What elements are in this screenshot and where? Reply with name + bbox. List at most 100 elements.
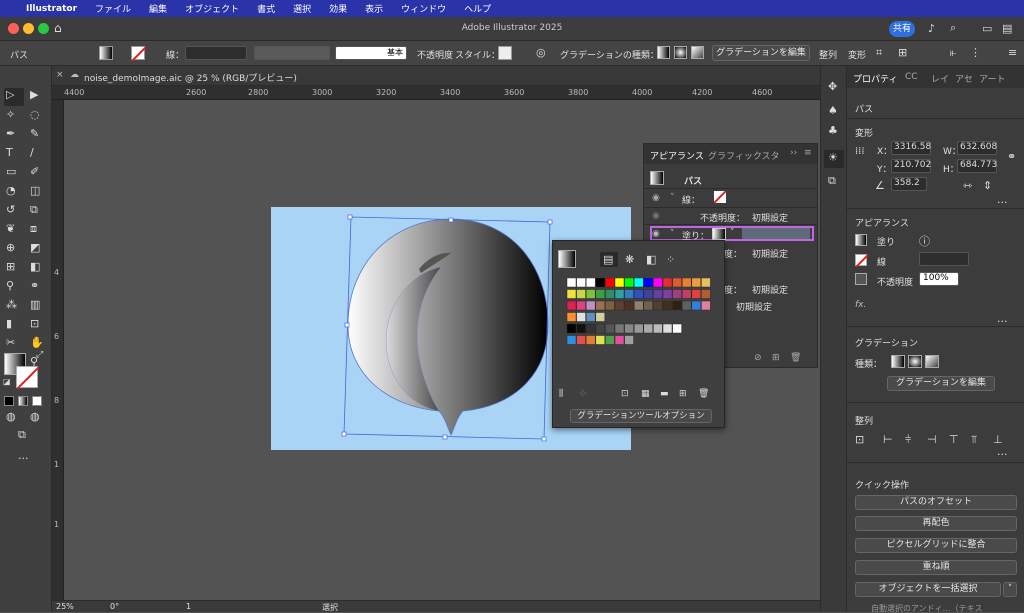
color-swatch[interactable] (576, 278, 586, 288)
stroke-weight-input[interactable] (185, 46, 247, 60)
color-swatch[interactable] (643, 278, 654, 288)
color-swatch[interactable] (576, 300, 586, 311)
magic-wand-icon[interactable]: ✧ (6, 108, 15, 121)
color-swatch[interactable] (566, 289, 577, 299)
pixel-grid-button[interactable]: ピクセルグリッドに整合 (855, 538, 1017, 553)
color-swatch[interactable] (681, 300, 692, 311)
zoom-level[interactable]: 25% (56, 602, 74, 611)
selection-tool-icon[interactable]: ▷ (6, 88, 14, 101)
color-swatch[interactable] (605, 335, 615, 345)
radial-gradient-icon[interactable] (674, 46, 687, 59)
blend-icon[interactable]: ⚭ (30, 279, 39, 292)
constrain-proportions-icon[interactable]: ⚭ (1007, 150, 1016, 163)
rotate-input[interactable]: 358.2 (891, 177, 927, 191)
workspace-icon[interactable]: ▭ (982, 22, 992, 35)
color-swatch[interactable] (605, 323, 615, 334)
recolor-icon[interactable]: ◎ (536, 46, 546, 59)
panel-menu-icon[interactable]: ≡ (804, 148, 812, 158)
align-vcenter-icon[interactable]: ⫪ (971, 433, 977, 447)
swatch-options-icon[interactable]: ⊡ (621, 389, 629, 399)
color-swatch[interactable] (701, 300, 711, 311)
new-swatch-icon[interactable]: ⊞ (679, 389, 687, 399)
artboard-number[interactable]: 1 (186, 602, 191, 611)
delete-swatch-icon[interactable]: 🗑 (698, 389, 709, 399)
color-swatch[interactable] (614, 323, 625, 334)
gradient-mode-icon[interactable] (18, 396, 28, 406)
pen-icon[interactable]: ✒ (6, 127, 15, 140)
type-icon[interactable]: T (6, 146, 13, 159)
bar-graph-icon[interactable]: ▮ (6, 317, 12, 330)
gradient-tool-options-button[interactable]: グラデーションツールオプション (570, 409, 712, 423)
color-swatch[interactable] (691, 289, 702, 299)
color-swatch[interactable] (653, 323, 663, 334)
isolate-icon[interactable]: ⊞ (898, 46, 907, 59)
hand-icon[interactable]: ✋ (30, 336, 44, 349)
chevron-down-icon[interactable]: ˅ (730, 228, 735, 238)
opacity-row4-value[interactable]: 初期設定 (736, 300, 772, 313)
flip-horizontal-icon[interactable]: ⇿ (963, 179, 972, 192)
props-opacity-input[interactable]: 100% (919, 272, 959, 286)
color-swatch[interactable] (624, 323, 634, 334)
search-icon[interactable]: ⌕ (950, 21, 956, 35)
expand-icon[interactable]: ˅ (670, 193, 675, 203)
align-bottom-icon[interactable]: ⊥ (993, 433, 1003, 446)
h-input[interactable]: 684.773 (957, 159, 997, 173)
brush-definition-select[interactable]: 基本 (335, 46, 407, 60)
expand-icon[interactable]: ˅ (670, 229, 675, 239)
freeform-gradient-icon[interactable] (691, 46, 704, 59)
color-swatch[interactable] (701, 289, 711, 299)
color-swatch[interactable] (595, 300, 606, 311)
share-button[interactable]: 共有 (889, 21, 915, 37)
color-swatch[interactable] (595, 312, 606, 322)
tab-artboards[interactable]: アート (979, 72, 1005, 85)
trash-icon[interactable]: 🗑 (790, 353, 801, 363)
eye-icon[interactable]: ◉ (652, 229, 660, 239)
color-swatch[interactable] (633, 278, 644, 288)
edit-gradient-button[interactable]: グラデーションを編集 (712, 45, 810, 61)
mesh-icon[interactable]: ⊞ (6, 260, 15, 273)
scale-icon[interactable]: ⧉ (30, 203, 38, 217)
color-swatch[interactable] (624, 300, 634, 311)
swap-colors-icon[interactable]: ⤢ (36, 350, 43, 360)
arrange-icon[interactable]: ▤ (1002, 22, 1012, 35)
paintbrush-icon[interactable]: ✐ (30, 165, 39, 178)
new-group-icon[interactable]: ▬ (660, 389, 669, 399)
color-groups-icon[interactable]: ❋ (625, 253, 634, 266)
color-swatch[interactable] (653, 278, 663, 288)
color-swatch[interactable] (624, 278, 634, 288)
linear-gradient-icon[interactable] (657, 46, 670, 59)
tab-properties[interactable]: プロパティ (853, 72, 897, 85)
align-link[interactable]: 整列 (819, 48, 837, 61)
opacity-link[interactable]: 不透明度 (417, 48, 453, 61)
color-swatch[interactable] (681, 278, 692, 288)
rotate-view-angle[interactable]: 0° (110, 602, 119, 611)
opacity-row2-value[interactable]: 初期設定 (752, 247, 788, 260)
w-input[interactable]: 632.608 (957, 141, 997, 155)
color-swatch[interactable] (576, 335, 586, 345)
color-swatch[interactable] (566, 300, 577, 311)
color-swatch[interactable] (662, 300, 673, 311)
y-input[interactable]: 210.702 (891, 159, 931, 173)
dock-brush-icon[interactable]: ✥ (828, 80, 837, 93)
opacity-row3-value[interactable]: 初期設定 (752, 283, 788, 296)
color-swatch[interactable] (605, 278, 615, 288)
color-swatch[interactable] (701, 278, 711, 288)
artboard-icon[interactable]: ⊡ (30, 317, 39, 330)
color-swatch[interactable] (662, 289, 673, 299)
dock-appearance-icon[interactable]: ☀ (828, 151, 838, 164)
select-same-dropdown[interactable]: ˅ (1003, 582, 1017, 597)
color-swatch[interactable] (643, 300, 654, 311)
color-swatch[interactable] (585, 312, 596, 322)
align-more-icon[interactable]: ··· (997, 448, 1008, 461)
fx-icon[interactable]: fx. (855, 300, 866, 310)
duplicate-icon[interactable]: ⊞ (772, 353, 780, 363)
align-center-icon[interactable]: ⋮ (970, 46, 981, 59)
draw-behind-icon[interactable]: ◍ (30, 410, 40, 423)
color-swatch[interactable] (672, 300, 682, 311)
curvature-icon[interactable]: ✎ (30, 127, 39, 140)
color-swatch[interactable] (633, 323, 644, 334)
shaper-icon[interactable]: ◔ (6, 184, 16, 197)
add-to-library-icon[interactable]: ⊹ (579, 389, 587, 399)
flip-vertical-icon[interactable]: ⇕ (983, 179, 992, 192)
color-swatch[interactable] (643, 323, 654, 334)
